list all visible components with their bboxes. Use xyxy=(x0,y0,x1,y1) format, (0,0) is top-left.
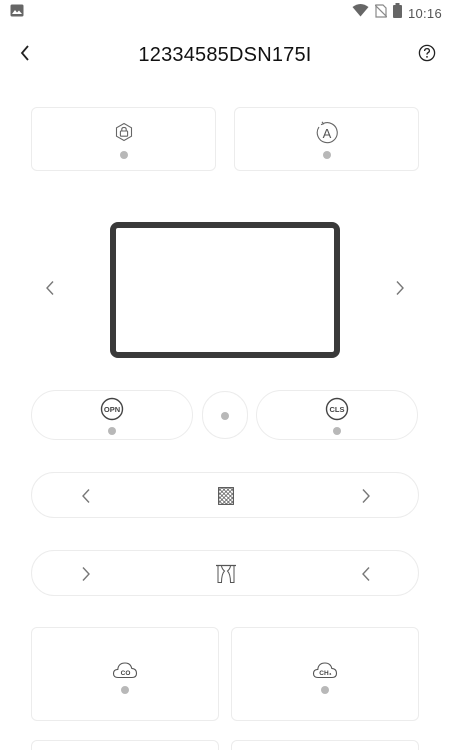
header: 12334585DSN175I xyxy=(0,36,450,76)
chevron-left-icon xyxy=(45,280,55,301)
help-button[interactable] xyxy=(414,42,440,68)
status-dot xyxy=(108,427,116,435)
curtain-icon xyxy=(215,564,237,589)
auto-label: A xyxy=(322,126,331,141)
close-icon: CLS xyxy=(325,397,349,426)
no-sim-icon xyxy=(374,3,388,23)
cloud-ch4-icon: CH₄ xyxy=(312,660,338,685)
open-label: OPN xyxy=(104,405,120,414)
status-dot xyxy=(121,686,129,694)
status-time: 10:16 xyxy=(407,5,442,21)
ch4-label: CH₄ xyxy=(319,670,332,677)
help-circle-icon xyxy=(418,44,436,67)
lock-icon xyxy=(114,122,134,147)
window-grid-icon xyxy=(218,487,234,510)
partial-card[interactable] xyxy=(31,740,219,750)
chevron-left-icon xyxy=(82,489,90,503)
chevron-right-icon xyxy=(82,567,90,581)
status-bar: 10:16 xyxy=(0,0,450,24)
curtain-right-arrow[interactable] xyxy=(356,564,376,584)
window-control-row xyxy=(31,472,419,518)
chevron-left-icon xyxy=(362,567,370,581)
cloud-co-icon: CO xyxy=(112,660,138,685)
lock-card[interactable] xyxy=(31,107,216,171)
status-dot xyxy=(321,686,329,694)
battery-icon xyxy=(392,3,402,23)
wifi-icon xyxy=(352,4,369,22)
auto-icon: A xyxy=(314,120,340,151)
partial-card[interactable] xyxy=(231,740,419,750)
stop-button[interactable] xyxy=(202,391,248,439)
open-icon: OPN xyxy=(100,397,124,426)
curtain-left-arrow[interactable] xyxy=(76,564,96,584)
status-dot xyxy=(119,151,128,159)
close-label: CLS xyxy=(330,405,345,414)
prev-arrow[interactable] xyxy=(40,280,60,300)
ch4-sensor-card[interactable]: CH₄ xyxy=(231,627,419,721)
status-dot xyxy=(333,427,341,435)
co-sensor-card[interactable]: CO xyxy=(31,627,219,721)
co-label: CO xyxy=(121,670,131,677)
status-dot xyxy=(322,151,331,159)
curtain-control-row xyxy=(31,550,419,596)
page-title: 12334585DSN175I xyxy=(138,44,312,66)
window-left-arrow[interactable] xyxy=(76,486,96,506)
status-dot xyxy=(221,412,229,420)
display-frame xyxy=(110,222,340,358)
window-right-arrow[interactable] xyxy=(356,486,376,506)
next-arrow[interactable] xyxy=(390,280,410,300)
gallery-icon xyxy=(10,4,24,22)
chevron-right-icon xyxy=(395,280,405,301)
close-button[interactable]: CLS xyxy=(256,390,418,440)
chevron-right-icon xyxy=(362,489,370,503)
open-button[interactable]: OPN xyxy=(31,390,193,440)
auto-card[interactable]: A xyxy=(234,107,419,171)
